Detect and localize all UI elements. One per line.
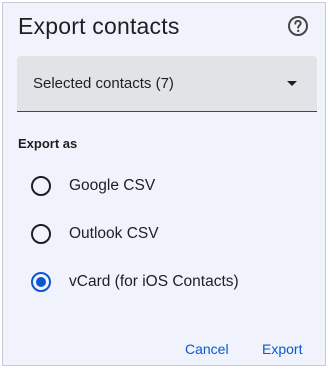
option-label: Google CSV	[69, 177, 156, 194]
option-label: vCard (for iOS Contacts)	[69, 273, 239, 290]
option-google-csv[interactable]: Google CSV	[23, 166, 313, 206]
dropdown-arrow-icon	[287, 81, 297, 86]
radio-google-csv[interactable]	[31, 176, 51, 196]
radio-vcard[interactable]	[31, 272, 51, 292]
option-outlook-csv[interactable]: Outlook CSV	[23, 214, 313, 254]
radio-outlook-csv[interactable]	[31, 224, 51, 244]
export-contacts-dialog: Export contacts Selected contacts (7) Ex…	[2, 2, 326, 366]
option-vcard[interactable]: vCard (for iOS Contacts)	[23, 262, 313, 302]
export-button[interactable]: Export	[262, 341, 302, 357]
dialog-title: Export contacts	[18, 13, 180, 39]
export-as-label: Export as	[18, 136, 78, 151]
help-icon[interactable]	[286, 14, 310, 38]
cancel-button[interactable]: Cancel	[185, 341, 229, 357]
contacts-select[interactable]: Selected contacts (7)	[17, 56, 317, 112]
option-label: Outlook CSV	[69, 225, 159, 242]
contacts-select-value: Selected contacts (7)	[33, 75, 174, 92]
